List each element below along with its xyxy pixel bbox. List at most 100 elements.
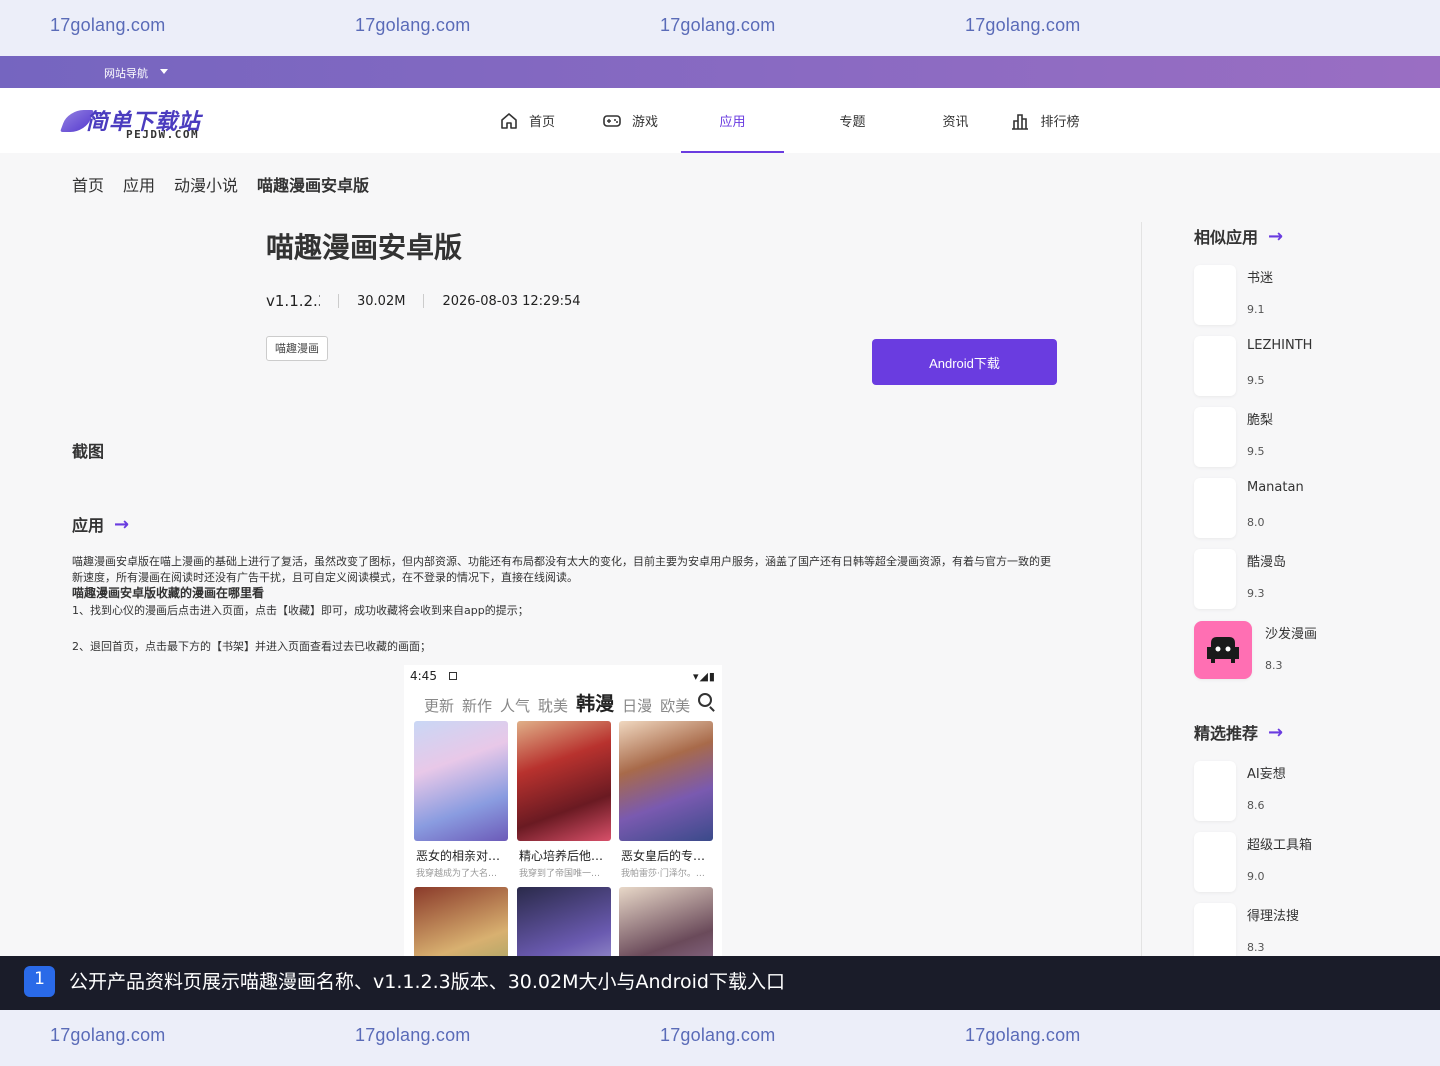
app-icon[interactable] <box>1194 832 1236 892</box>
nav-item-label: 游戏 <box>631 115 658 130</box>
section-title: 截图 <box>72 442 105 461</box>
comic-cover <box>517 887 611 956</box>
content-divider <box>1141 222 1142 956</box>
app-icon[interactable] <box>1194 549 1236 609</box>
arrow-right-icon[interactable]: → <box>1268 722 1283 743</box>
app-icon[interactable] <box>1194 336 1236 396</box>
gamepad-icon <box>603 114 621 127</box>
similar-app-item[interactable]: LEZHINTH 9.5 <box>1194 336 1414 396</box>
featured-app-item[interactable]: AI妄想 8.6 <box>1194 761 1414 821</box>
similar-app-item[interactable]: 酷漫岛 9.3 <box>1194 549 1414 609</box>
app-tag[interactable]: 喵趣漫画 <box>266 336 328 361</box>
app-icon[interactable] <box>1194 903 1236 963</box>
phone-tab: 新作 <box>462 697 493 715</box>
similar-app-item[interactable]: 沙发漫画 8.3 <box>1194 621 1414 681</box>
app-size: 30.02M <box>357 293 406 309</box>
app-name[interactable]: 脆梨 <box>1247 409 1273 428</box>
featured-app-item[interactable]: 超级工具箱 9.0 <box>1194 832 1414 892</box>
app-name[interactable]: Manatan <box>1247 480 1304 495</box>
similar-app-item[interactable]: Manatan 8.0 <box>1194 478 1414 538</box>
main-header: 简单下载站 PEJDW.COM 首页 游戏 应用 专题 资讯 排行榜 <box>0 88 1440 153</box>
caption-number-badge: 1 <box>24 966 55 997</box>
app-score: 9.5 <box>1247 374 1265 387</box>
phone-tab: 耽美 <box>538 697 569 715</box>
comic-cover <box>414 887 508 956</box>
nav-item-home[interactable]: 首页 <box>488 88 566 153</box>
app-name[interactable]: 超级工具箱 <box>1247 834 1312 853</box>
comic-cover <box>619 721 713 841</box>
app-name[interactable]: 沙发漫画 <box>1265 623 1317 642</box>
nav-item-label: 首页 <box>528 115 555 130</box>
meta-divider <box>423 294 425 308</box>
sofa-app-icon[interactable] <box>1194 621 1252 679</box>
app-icon[interactable] <box>1194 265 1236 325</box>
nav-item-games[interactable]: 游戏 <box>590 88 670 153</box>
similar-apps-heading[interactable]: 相似应用 → <box>1194 224 1283 248</box>
meta-divider <box>338 294 339 308</box>
app-date: 2026-08-03 12:29:54 <box>442 293 581 309</box>
similar-app-item[interactable]: 书迷 9.1 <box>1194 265 1414 325</box>
breadcrumb-current: 喵趣漫画安卓版 <box>257 176 370 195</box>
app-screenshot: 4:45 ▾◢▮ 更新 新作 人气 耽美 韩漫 日漫 欧美 恶女的相亲对… 精心… <box>404 665 722 956</box>
nav-item-apps[interactable]: 应用 <box>681 88 784 153</box>
app-name[interactable]: AI妄想 <box>1247 763 1286 782</box>
section-title: 精选推荐 <box>1194 724 1259 743</box>
logo-domain: PEJDW.COM <box>126 128 200 141</box>
phone-tab: 更新 <box>424 697 455 715</box>
featured-app-item[interactable]: 得理法搜 8.3 <box>1194 903 1414 963</box>
site-nav-strip: 网站导航 <box>0 56 1440 88</box>
app-score: 9.5 <box>1247 445 1265 458</box>
app-score: 8.3 <box>1247 941 1265 954</box>
watermark-text: 17golang.com <box>50 1025 166 1045</box>
app-name[interactable]: LEZHINTH <box>1247 338 1312 353</box>
nav-item-label: 专题 <box>839 115 866 130</box>
site-logo[interactable]: 简单下载站 PEJDW.COM <box>59 102 214 142</box>
comic-subtitle: 我帕雷莎·门泽尔。… <box>621 869 705 879</box>
apps-heading[interactable]: 应用 → <box>72 512 129 536</box>
nav-item-ranking[interactable]: 排行榜 <box>1000 88 1090 153</box>
comic-cover <box>619 887 713 956</box>
comic-subtitle: 我穿到了帝国唯一… <box>519 869 601 879</box>
android-download-button[interactable]: Android下载 <box>872 339 1057 385</box>
app-icon[interactable] <box>1194 478 1236 538</box>
screenshots-heading: 截图 <box>72 438 104 462</box>
breadcrumb-home[interactable]: 首页 <box>72 172 104 196</box>
description-heading: 喵趣漫画安卓版收藏的漫画在哪里看 <box>72 586 265 600</box>
ranking-icon <box>1012 113 1029 130</box>
description-step: 1、找到心仪的漫画后点击进入页面，点击【收藏】即可，成功收藏将会收到来自app的… <box>72 604 529 617</box>
similar-app-item[interactable]: 脆梨 9.5 <box>1194 407 1414 467</box>
arrow-right-icon[interactable]: → <box>1268 226 1283 247</box>
phone-tab: 日漫 <box>622 697 653 715</box>
breadcrumb: 首页 应用 动漫小说 喵趣漫画安卓版 <box>72 172 388 196</box>
nav-item-topics[interactable]: 专题 <box>820 88 885 153</box>
comic-title: 恶女的相亲对… <box>416 849 501 863</box>
breadcrumb-category[interactable]: 动漫小说 <box>174 172 238 196</box>
nav-item-label: 资讯 <box>942 115 969 130</box>
arrow-right-icon[interactable]: → <box>114 514 129 535</box>
app-score: 8.0 <box>1247 516 1265 529</box>
phone-time: 4:45 <box>410 669 437 683</box>
site-nav-dropdown[interactable]: 网站导航 <box>104 65 148 81</box>
featured-heading[interactable]: 精选推荐 → <box>1194 720 1283 744</box>
watermark-text: 17golang.com <box>965 15 1081 35</box>
sofa-icon <box>1207 637 1239 663</box>
app-name[interactable]: 酷漫岛 <box>1247 551 1286 570</box>
phone-status-bar: 4:45 ▾◢▮ <box>410 669 716 683</box>
comic-cover <box>517 721 611 841</box>
app-version: v1.1.2.3 <box>266 292 320 310</box>
comic-subtitle: 我穿越成为了大名… <box>416 869 498 879</box>
description-step: 2、退回首页，点击最下方的【书架】并进入页面查看过去已收藏的画面； <box>72 640 431 653</box>
watermark-text: 17golang.com <box>660 15 776 35</box>
nav-item-news[interactable]: 资讯 <box>923 88 988 153</box>
app-name[interactable]: 书迷 <box>1247 267 1273 286</box>
app-score: 9.1 <box>1247 303 1265 316</box>
app-name[interactable]: 得理法搜 <box>1247 905 1299 924</box>
app-icon[interactable] <box>1194 761 1236 821</box>
signal-battery-icon: ▾◢▮ <box>692 669 716 683</box>
chevron-down-icon[interactable] <box>160 69 168 74</box>
phone-tab-active: 韩漫 <box>576 693 615 715</box>
nav-item-label: 排行榜 <box>1040 115 1080 130</box>
app-icon[interactable] <box>1194 407 1236 467</box>
breadcrumb-apps[interactable]: 应用 <box>123 172 155 196</box>
notification-icon <box>448 672 457 680</box>
